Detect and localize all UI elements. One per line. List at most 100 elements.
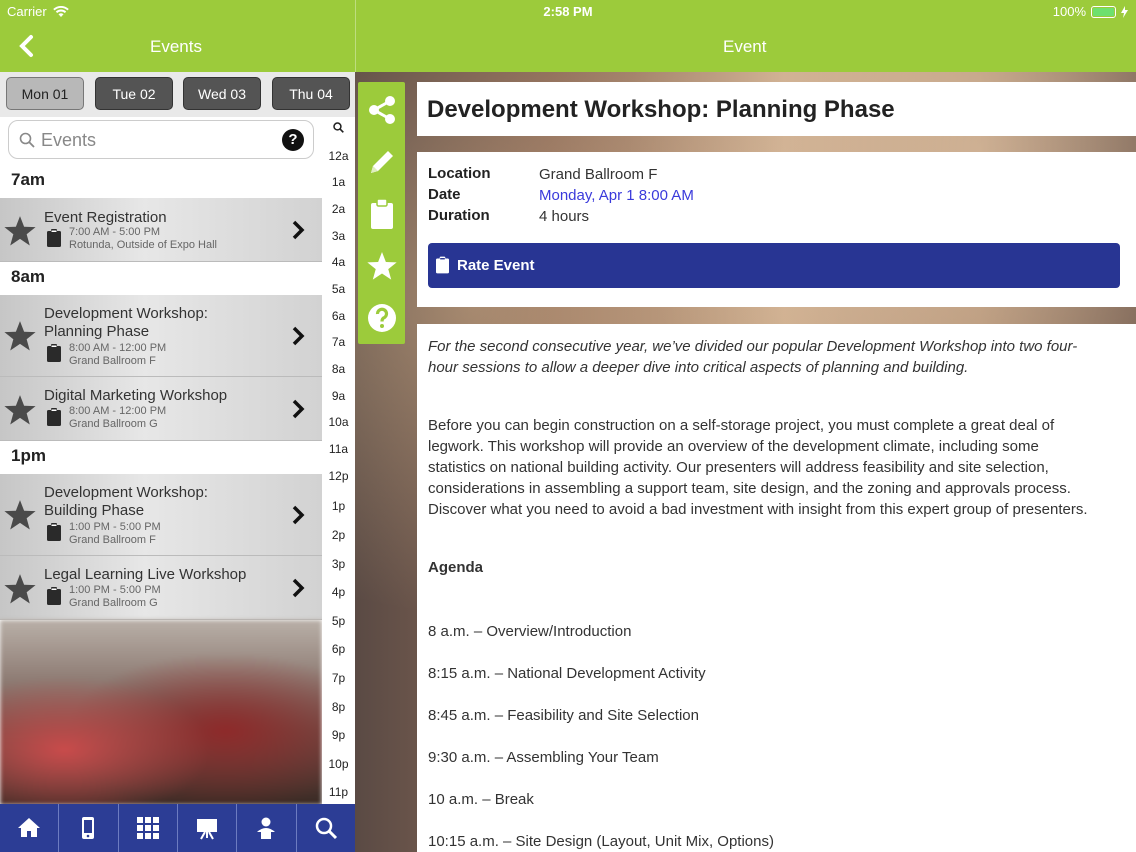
index-item[interactable]: 7a	[322, 335, 355, 349]
back-chevron-icon[interactable]	[16, 34, 38, 58]
presentation-icon	[197, 819, 218, 840]
pane-divider	[355, 0, 356, 72]
index-item[interactable]: 8p	[322, 700, 355, 714]
rate-event-button[interactable]: Rate Event	[428, 243, 1120, 288]
event-time: 7:00 AM - 5:00 PM	[69, 226, 161, 238]
intro-line-1: For the second consecutive year, we’ve d…	[428, 338, 1078, 355]
favorite-button[interactable]	[358, 240, 405, 292]
favorite-star-icon[interactable]	[3, 393, 37, 427]
help-icon	[367, 304, 396, 332]
index-item[interactable]: 1p	[322, 499, 355, 513]
event-info-panel: Location Grand Ballroom F Date Monday, A…	[417, 152, 1136, 307]
search-icon	[315, 817, 337, 840]
tab-presentation[interactable]	[178, 804, 238, 852]
index-item[interactable]: 5p	[322, 614, 355, 628]
favorite-star-icon[interactable]	[3, 572, 37, 606]
event-detail-pane: Development Workshop: Planning Phase Loc…	[355, 72, 1136, 852]
agenda-item: 8:45 a.m. – Feasibility and Site Selecti…	[428, 707, 699, 724]
event-title-line2: Building Phase	[44, 502, 145, 519]
location-label: Location	[428, 165, 491, 182]
body-line-1: Before you can begin construction on a s…	[428, 417, 1055, 434]
event-location: Grand Ballroom G	[69, 418, 158, 430]
index-item[interactable]: 7p	[322, 671, 355, 685]
agenda-heading: Agenda	[428, 559, 484, 576]
status-time: 2:58 PM	[543, 4, 593, 19]
home-icon	[18, 818, 41, 837]
search-placeholder: Events	[41, 130, 97, 150]
events-search-input[interactable]: Events ?	[8, 120, 314, 159]
index-item[interactable]: 6a	[322, 309, 355, 323]
index-item[interactable]: 9p	[322, 728, 355, 742]
tab-attendees[interactable]	[237, 804, 297, 852]
day-tab-wed[interactable]: Wed 03	[183, 77, 261, 110]
day-tab-mon[interactable]: Mon 01	[6, 77, 84, 110]
event-row-registration[interactable]: Event Registration 7:00 AM - 5:00 PM Rot…	[0, 198, 322, 262]
index-item[interactable]: 12a	[322, 149, 355, 163]
index-item[interactable]: 4a	[322, 255, 355, 269]
favorite-star-icon[interactable]	[3, 319, 37, 353]
hour-header-8am: 8am	[0, 263, 322, 293]
event-row-planning[interactable]: Development Workshop: Planning Phase 8:0…	[0, 295, 322, 377]
day-tab-thu[interactable]: Thu 04	[272, 77, 350, 110]
clipboard-button[interactable]	[358, 188, 405, 240]
clipboard-icon	[47, 229, 61, 247]
event-title-line2: Planning Phase	[44, 323, 150, 340]
edit-note-button[interactable]	[358, 136, 405, 188]
index-search-icon[interactable]	[333, 122, 344, 133]
event-location: Grand Ballroom F	[69, 355, 156, 367]
event-title: Development Workshop:	[44, 305, 208, 322]
index-item[interactable]: 1a	[322, 175, 355, 189]
tab-mobile[interactable]	[59, 804, 119, 852]
tab-qr[interactable]	[119, 804, 178, 852]
status-battery: 100%	[1053, 4, 1128, 19]
event-row-digital-marketing[interactable]: Digital Marketing Workshop 8:00 AM - 12:…	[0, 377, 322, 441]
event-title: Development Workshop:	[44, 484, 208, 501]
index-item[interactable]: 11p	[322, 785, 355, 799]
index-item[interactable]: 6p	[322, 642, 355, 656]
duration-value: 4 hours	[539, 208, 590, 225]
date-link[interactable]: Monday, Apr 1 8:00 AM	[539, 187, 694, 204]
index-item[interactable]: 3p	[322, 557, 355, 571]
tab-home[interactable]	[0, 804, 60, 852]
index-item[interactable]: 2a	[322, 202, 355, 216]
help-button[interactable]	[358, 292, 405, 344]
agenda-item: 10:15 a.m. – Site Design (Layout, Unit M…	[428, 833, 774, 850]
event-location: Grand Ballroom F	[69, 534, 156, 546]
date-label: Date	[428, 186, 461, 203]
event-title: Development Workshop: Planning Phase	[427, 96, 895, 123]
index-item[interactable]: 5a	[322, 282, 355, 296]
clipboard-icon	[47, 344, 61, 362]
chevron-right-icon	[292, 326, 305, 346]
hour-index[interactable]: 12a 1a 2a 3a 4a 5a 6a 7a 8a 9a 10a 11a 1…	[322, 117, 355, 807]
event-description: For the second consecutive year, we’ve d…	[417, 324, 1136, 852]
rate-event-label: Rate Event	[457, 257, 535, 274]
right-nav-title: Event	[723, 37, 767, 56]
mobile-icon	[82, 817, 95, 839]
index-item[interactable]: 9a	[322, 389, 355, 403]
index-item[interactable]: 8a	[322, 362, 355, 376]
event-row-legal[interactable]: Legal Learning Live Workshop 1:00 PM - 5…	[0, 556, 322, 620]
favorite-star-icon[interactable]	[3, 214, 37, 248]
clipboard-icon	[47, 408, 61, 426]
event-row-building[interactable]: Development Workshop: Building Phase 1:0…	[0, 474, 322, 556]
favorite-star-icon[interactable]	[3, 498, 37, 532]
hour-header-1pm: 1pm	[0, 442, 322, 472]
share-button[interactable]	[358, 84, 405, 136]
agenda-item: 8:15 a.m. – National Development Activit…	[428, 665, 706, 682]
event-location: Grand Ballroom G	[69, 597, 158, 609]
tab-search[interactable]	[297, 804, 355, 852]
index-item[interactable]: 11a	[322, 442, 355, 456]
action-toolbar	[358, 82, 405, 344]
index-item[interactable]: 12p	[322, 469, 355, 483]
help-button[interactable]: ?	[282, 129, 304, 151]
clipboard-icon	[47, 587, 61, 605]
agenda-item: 8 a.m. – Overview/Introduction	[428, 623, 632, 640]
battery-icon	[1091, 5, 1116, 18]
index-item[interactable]: 10a	[322, 415, 355, 429]
index-item[interactable]: 2p	[322, 528, 355, 542]
index-item[interactable]: 10p	[322, 757, 355, 771]
index-item[interactable]: 3a	[322, 229, 355, 243]
index-item[interactable]: 4p	[322, 585, 355, 599]
bottom-tab-bar	[0, 804, 355, 852]
day-tab-tue[interactable]: Tue 02	[95, 77, 173, 110]
